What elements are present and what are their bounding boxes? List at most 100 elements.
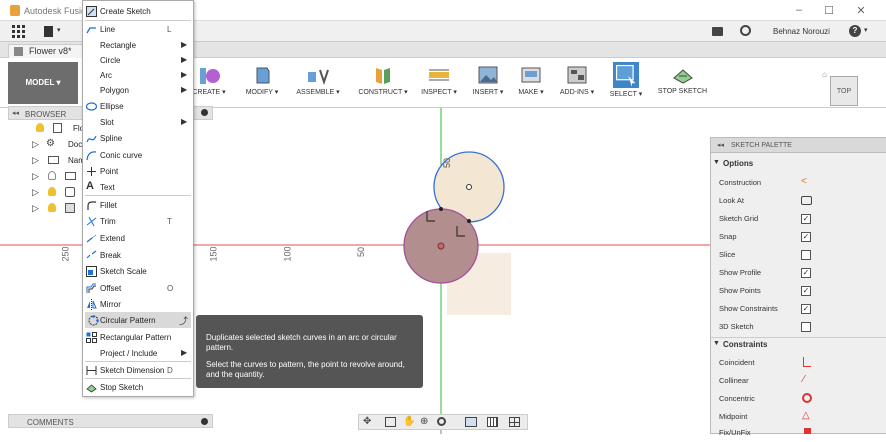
constraint-concentric[interactable]: Concentric — [719, 393, 879, 408]
lightbulb-icon[interactable] — [48, 171, 56, 180]
close-button[interactable]: ✕ — [852, 4, 870, 17]
menu-item-stop-sketch[interactable]: Stop Sketch — [83, 379, 193, 395]
menu-item-slot[interactable]: Slot ▶ — [83, 114, 193, 130]
comment-icon[interactable] — [712, 27, 723, 36]
palette-row-snap[interactable]: Snap ✓ — [719, 232, 879, 246]
construction-icon[interactable]: < — [801, 176, 807, 187]
palette-row-slice[interactable]: Slice — [719, 250, 879, 264]
snap-checkbox[interactable]: ✓ — [801, 232, 811, 242]
menu-item-ellipse[interactable]: Ellipse — [83, 98, 193, 114]
palette-row-show-constraints[interactable]: Show Constraints ✓ — [719, 304, 879, 318]
constraint-fix-unfix[interactable]: Fix/UnFix — [719, 428, 879, 442]
dimension-label[interactable]: 50 — [442, 158, 452, 168]
lightbulb-icon[interactable] — [36, 123, 44, 132]
viewcube-home-icon[interactable]: ⌂ — [822, 70, 827, 79]
collapse-icon[interactable]: ◂◂ — [12, 109, 19, 117]
coincident-icon[interactable] — [803, 357, 811, 367]
midpoint-icon[interactable]: △ — [802, 410, 810, 421]
palette-row-show-points[interactable]: Show Points ✓ — [719, 286, 879, 300]
menu-item-arc[interactable]: Arc ▶ — [83, 67, 193, 83]
palette-row-sketch-grid[interactable]: Sketch Grid ✓ — [719, 214, 879, 228]
menu-item-point[interactable]: Point — [83, 163, 193, 179]
menu-item-sketch-dimension[interactable]: Sketch Dimension D — [83, 362, 193, 378]
expand-triangle-icon[interactable]: ▷ — [32, 155, 39, 166]
constraint-collinear[interactable]: Collinear ⁄ — [719, 374, 879, 390]
create-group[interactable]: CREATE ▾ — [190, 62, 228, 104]
pan-hand-icon[interactable]: ✋ — [403, 416, 415, 427]
chevron-down-icon[interactable]: ▾ — [57, 26, 61, 34]
menu-item-circular-pattern[interactable]: Circular Pattern ⤴ — [85, 312, 191, 328]
menu-item-mirror[interactable]: Mirror — [83, 296, 193, 312]
viewports-icon[interactable] — [509, 417, 520, 427]
lock-icon[interactable] — [804, 428, 811, 434]
orbit-icon[interactable]: ✥ — [363, 416, 371, 427]
palette-row-look-at[interactable]: Look At — [719, 196, 879, 210]
collinear-icon[interactable]: ⁄ — [803, 374, 805, 385]
menu-item-circle[interactable]: Circle ▶ — [83, 52, 193, 68]
user-name[interactable]: Behnaz Norouzi — [773, 27, 830, 36]
slice-checkbox[interactable] — [801, 250, 811, 260]
menu-item-break[interactable]: Break — [83, 247, 193, 263]
lightbulb-icon[interactable] — [48, 187, 56, 196]
sketch-palette-header[interactable]: ◂◂ SKETCH PALETTE — [711, 138, 886, 153]
document-tab[interactable]: Flower v8* — [8, 44, 83, 58]
menu-item-text[interactable]: A Text — [83, 179, 193, 195]
menu-item-line[interactable]: Line L — [83, 21, 193, 37]
file-menu-icon[interactable] — [44, 26, 53, 37]
add-ins-group[interactable]: ADD-INS ▾ — [556, 62, 598, 104]
menu-item-rectangle[interactable]: Rectangle ▶ — [83, 37, 193, 53]
stop-sketch-group[interactable]: STOP SKETCH — [655, 62, 710, 104]
look-at-icon[interactable] — [385, 417, 396, 427]
chevron-down-icon[interactable]: ▾ — [864, 26, 868, 34]
concentric-icon[interactable] — [802, 393, 812, 403]
expand-triangle-icon[interactable]: ▷ — [32, 139, 39, 150]
menu-item-spline[interactable]: Spline — [83, 130, 193, 146]
display-settings-icon[interactable] — [465, 417, 477, 427]
3d-sketch-checkbox[interactable] — [801, 322, 811, 332]
constraint-midpoint[interactable]: Midpoint △ — [719, 410, 879, 426]
menu-item-trim[interactable]: Trim T — [83, 213, 193, 229]
inspect-group[interactable]: INSPECT ▾ — [420, 62, 458, 104]
show-profile-checkbox[interactable]: ✓ — [801, 268, 811, 278]
menu-item-create-sketch[interactable]: Create Sketch — [83, 3, 193, 19]
sketch-grid-checkbox[interactable]: ✓ — [801, 214, 811, 224]
palette-row-construction[interactable]: Construction < — [719, 176, 879, 192]
constraint-coincident[interactable]: Coincident — [719, 357, 879, 372]
lightbulb-icon[interactable] — [48, 203, 56, 212]
menu-item-fillet[interactable]: Fillet — [83, 197, 193, 213]
make-group[interactable]: MAKE ▾ — [515, 62, 547, 104]
assemble-group[interactable]: ASSEMBLE ▾ — [292, 62, 344, 104]
maximize-button[interactable]: ☐ — [820, 4, 838, 17]
expand-triangle-icon[interactable]: ▷ — [32, 171, 39, 182]
expand-triangle-icon[interactable]: ▷ — [32, 203, 39, 214]
menu-item-offset[interactable]: Offset O — [83, 280, 193, 296]
grid-settings-icon[interactable] — [487, 417, 498, 427]
comments-panel[interactable]: COMMENTS — [8, 414, 213, 428]
modify-group[interactable]: MODIFY ▾ — [242, 62, 282, 104]
menu-item-rectangular-pattern[interactable]: Rectangular Pattern — [83, 329, 193, 345]
data-panel-grid-icon[interactable] — [12, 25, 25, 38]
palette-row-3d-sketch[interactable]: 3D Sketch — [719, 322, 879, 336]
look-at-icon[interactable] — [801, 196, 812, 205]
panel-pin-icon[interactable] — [201, 109, 208, 116]
menu-item-polygon[interactable]: Polygon ▶ — [83, 82, 193, 98]
panel-pin-icon[interactable] — [201, 418, 208, 425]
menu-item-conic-curve[interactable]: Conic curve — [83, 147, 193, 163]
workspace-switcher[interactable]: MODEL ▾ — [8, 62, 78, 104]
construct-group[interactable]: CONSTRUCT ▾ — [357, 62, 409, 104]
insert-group[interactable]: INSERT ▾ — [470, 62, 506, 104]
help-icon[interactable]: ? — [849, 25, 861, 37]
menu-item-sketch-scale[interactable]: Sketch Scale — [83, 263, 193, 279]
menu-item-project-include[interactable]: Project / Include ▶ — [83, 345, 193, 361]
show-points-checkbox[interactable]: ✓ — [801, 286, 811, 296]
minimize-button[interactable]: – — [790, 4, 808, 16]
expand-triangle-icon[interactable]: ▷ — [32, 187, 39, 198]
collapse-icon[interactable]: ◂◂ — [717, 141, 724, 149]
zoom-window-icon[interactable] — [437, 417, 446, 426]
show-constraints-checkbox[interactable]: ✓ — [801, 304, 811, 314]
palette-row-show-profile[interactable]: Show Profile ✓ — [719, 268, 879, 282]
job-status-clock-icon[interactable] — [740, 25, 751, 36]
select-group[interactable]: SELECT ▾ — [607, 62, 645, 104]
menu-item-extend[interactable]: Extend — [83, 230, 193, 246]
viewcube[interactable]: TOP — [830, 76, 858, 106]
